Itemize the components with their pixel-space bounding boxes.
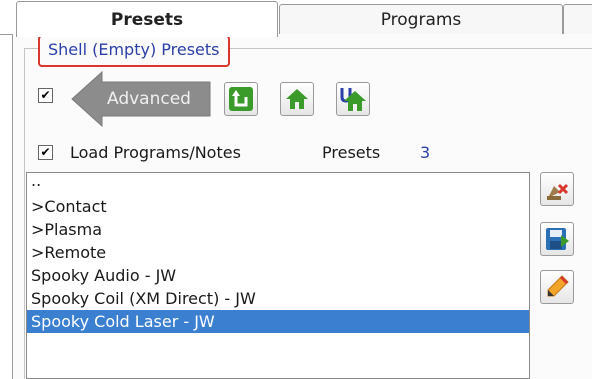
tab-more[interactable]: [563, 4, 592, 35]
list-item[interactable]: >Plasma: [27, 218, 529, 241]
tab-programs[interactable]: Programs: [279, 4, 563, 35]
advanced-checkbox[interactable]: ✔: [38, 88, 53, 103]
user-home-button[interactable]: [336, 82, 370, 116]
tab-bar: Presets Programs: [0, 0, 592, 38]
list-item-selected[interactable]: Spooky Cold Laser - JW: [27, 310, 529, 333]
list-item[interactable]: >Contact: [27, 195, 529, 218]
delete-preset-button[interactable]: [540, 172, 574, 206]
edit-icon: [547, 275, 569, 297]
preset-list[interactable]: .. >Contact >Plasma >Remote Spooky Audio…: [26, 172, 530, 379]
user-home-icon: [340, 88, 366, 111]
load-programs-label: Load Programs/Notes: [70, 143, 241, 162]
back-up-button[interactable]: [224, 82, 258, 116]
delete-icon: [547, 183, 569, 200]
load-programs-checkbox[interactable]: ✔: [38, 145, 53, 160]
advanced-arrow-button[interactable]: Advanced: [70, 70, 212, 128]
list-item[interactable]: Spooky Coil (XM Direct) - JW: [27, 287, 529, 310]
edit-preset-button[interactable]: [540, 270, 574, 304]
list-item[interactable]: >Remote: [27, 241, 529, 264]
advanced-label: Advanced: [107, 89, 191, 109]
save-icon: [546, 228, 569, 250]
save-preset-button[interactable]: [540, 222, 574, 256]
list-item[interactable]: Spooky Audio - JW: [27, 264, 529, 287]
group-title: Shell (Empty) Presets: [38, 35, 230, 67]
list-item[interactable]: ..: [27, 173, 529, 195]
tab-presets[interactable]: Presets: [16, 1, 278, 37]
presets-count-value: 3: [420, 143, 431, 162]
home-icon: [286, 89, 308, 109]
presets-count-label: Presets: [322, 143, 381, 162]
home-button[interactable]: [280, 82, 314, 116]
back-up-icon: [229, 87, 253, 111]
